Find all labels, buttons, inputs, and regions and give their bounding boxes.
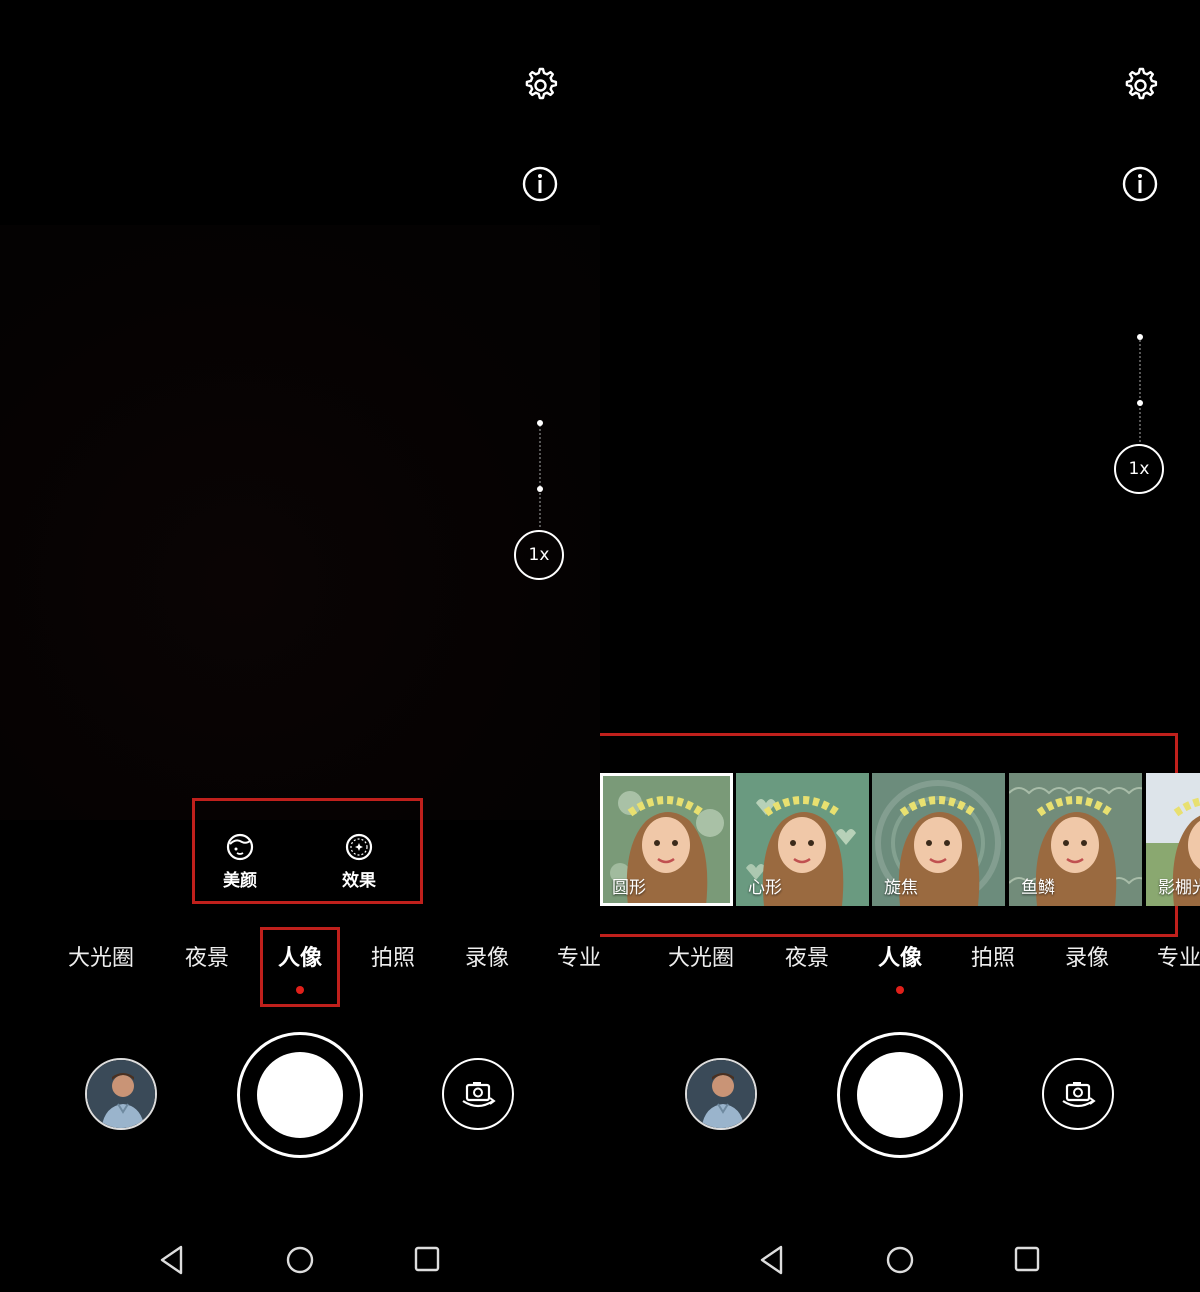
- person-photo-icon: [687, 1060, 755, 1128]
- camera-switch-icon: [1062, 1082, 1096, 1108]
- mode-pro[interactable]: 专业: [557, 940, 600, 972]
- navigation-bar: [0, 1238, 600, 1282]
- gear-icon[interactable]: [1120, 65, 1160, 105]
- recent-apps-icon[interactable]: [413, 1238, 441, 1282]
- gallery-thumbnail[interactable]: [85, 1058, 157, 1130]
- zoom-dot-mid: [537, 486, 543, 492]
- mode-photo[interactable]: 拍照: [371, 940, 415, 972]
- zoom-dot-max: [537, 420, 543, 426]
- active-mode-indicator: [296, 986, 304, 994]
- mode-selector[interactable]: 大光圈 夜景 人像 拍照 录像 专业: [600, 940, 1200, 984]
- mode-photo[interactable]: 拍照: [971, 940, 1015, 972]
- camera-switch-button[interactable]: [1042, 1058, 1114, 1130]
- effects-strip[interactable]: 圆形 心形 旋焦 鱼鳞 影棚: [600, 773, 1200, 906]
- effect-scales[interactable]: 鱼鳞: [1009, 773, 1142, 906]
- zoom-button[interactable]: 1x: [514, 530, 564, 580]
- effect-heart[interactable]: 心形: [736, 773, 869, 906]
- navigation-bar: [600, 1238, 1200, 1282]
- effect-circle[interactable]: 圆形: [600, 773, 733, 906]
- mode-portrait[interactable]: 人像: [878, 940, 922, 972]
- zoom-track[interactable]: [1139, 340, 1144, 442]
- mode-video[interactable]: 录像: [1065, 940, 1109, 972]
- back-icon[interactable]: [758, 1238, 786, 1282]
- mode-night[interactable]: 夜景: [785, 940, 829, 972]
- effect-studio-light[interactable]: 影棚光: [1146, 773, 1200, 906]
- mode-night[interactable]: 夜景: [185, 940, 229, 972]
- zoom-track[interactable]: [539, 425, 544, 527]
- info-icon[interactable]: [520, 164, 560, 204]
- info-icon[interactable]: [1120, 164, 1160, 204]
- aperture-icon: [345, 833, 373, 861]
- mode-video[interactable]: 录像: [465, 940, 509, 972]
- zoom-dot-max: [1137, 334, 1143, 340]
- effects-button[interactable]: 效果: [331, 832, 387, 891]
- effect-label: 旋焦: [884, 878, 918, 898]
- viewfinder[interactable]: [0, 225, 600, 820]
- effect-swirl[interactable]: 旋焦: [872, 773, 1005, 906]
- mode-portrait[interactable]: 人像: [278, 940, 322, 972]
- effect-label: 圆形: [612, 878, 646, 898]
- mode-selector[interactable]: 大光圈 夜景 人像 拍照 录像 专业: [0, 940, 600, 984]
- beauty-button[interactable]: 美颜: [212, 832, 268, 891]
- effect-label: 鱼鳞: [1021, 878, 1055, 898]
- zoom-label: 1x: [1128, 459, 1150, 479]
- face-icon: [226, 833, 254, 861]
- zoom-label: 1x: [528, 545, 550, 565]
- home-icon[interactable]: [285, 1238, 315, 1282]
- mode-aperture[interactable]: 大光圈: [668, 940, 734, 972]
- recent-apps-icon[interactable]: [1013, 1238, 1041, 1282]
- effect-label: 心形: [748, 878, 782, 898]
- shutter-button[interactable]: [837, 1032, 963, 1158]
- active-mode-indicator: [896, 986, 904, 994]
- back-icon[interactable]: [158, 1238, 186, 1282]
- effect-label: 影棚光: [1158, 878, 1200, 898]
- person-photo-icon: [87, 1060, 155, 1128]
- gallery-thumbnail[interactable]: [685, 1058, 757, 1130]
- mode-pro[interactable]: 专业: [1157, 940, 1200, 972]
- shutter-button[interactable]: [237, 1032, 363, 1158]
- beauty-label: 美颜: [223, 871, 257, 891]
- effects-label: 效果: [342, 871, 376, 891]
- home-icon[interactable]: [885, 1238, 915, 1282]
- zoom-button[interactable]: 1x: [1114, 444, 1164, 494]
- zoom-dot-mid: [1137, 400, 1143, 406]
- gear-icon[interactable]: [520, 65, 560, 105]
- camera-switch-button[interactable]: [442, 1058, 514, 1130]
- shutter-inner: [257, 1052, 343, 1138]
- camera-screen-right: 1x 圆形 心形 旋焦 鱼鳞 影棚 大光圈 夜景 人像 拍照 录像 专业: [600, 0, 1200, 1292]
- shutter-inner: [857, 1052, 943, 1138]
- mode-aperture[interactable]: 大光圈: [68, 940, 134, 972]
- camera-screen-left: 1x 美颜 效果 大光圈 夜景 人像 拍照 录像 专业: [0, 0, 600, 1292]
- camera-switch-icon: [462, 1082, 496, 1108]
